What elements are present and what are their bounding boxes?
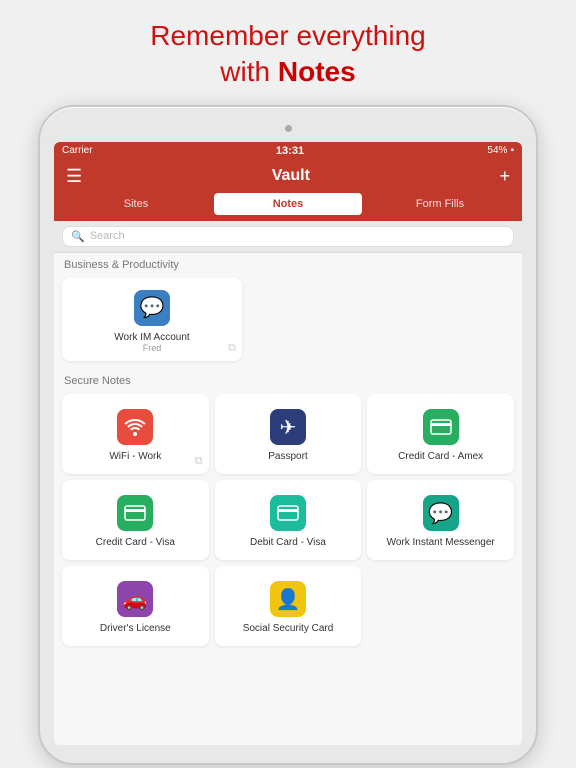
menu-icon[interactable]: ☰ [66, 166, 82, 187]
card-label: Passport [268, 451, 307, 462]
card-icon [270, 495, 306, 531]
search-icon: 🔍 [71, 230, 85, 243]
ipad-frame: Carrier 13:31 54% ▪ ☰ Vault + Sites Note… [38, 105, 538, 765]
card-label: Social Security Card [243, 623, 334, 634]
card-label: Work Instant Messenger [387, 537, 495, 548]
battery-icon: ▪ [510, 145, 514, 156]
card-label: WiFi - Work [109, 451, 161, 462]
person-icon: 👤 [270, 581, 306, 617]
carrier-label: Carrier [62, 145, 93, 156]
battery-label: 54% ▪ [487, 145, 514, 156]
camera-dot [285, 125, 292, 132]
card-label: Credit Card - Amex [398, 451, 483, 462]
chat-icon: 💬 [134, 290, 170, 326]
tab-form-fills[interactable]: Form Fills [366, 193, 514, 215]
secure-notes-grid: WiFi - Work ⧉ ✈ Passport Credit Card - A… [54, 390, 522, 654]
nav-title: Vault [272, 167, 310, 185]
add-icon[interactable]: + [499, 166, 510, 187]
search-bar: 🔍 Search [54, 221, 522, 253]
copy-icon: ⧉ [195, 455, 203, 468]
status-bar: Carrier 13:31 54% ▪ [54, 142, 522, 160]
section-header-business: Business & Productivity [54, 253, 522, 274]
header-line2: with [220, 56, 278, 87]
plane-icon: ✈ [270, 409, 306, 445]
tab-bar: Sites Notes Form Fills [54, 193, 522, 221]
header-bold: Notes [278, 56, 356, 87]
tab-notes[interactable]: Notes [214, 193, 362, 215]
time-label: 13:31 [276, 145, 304, 157]
card-passport[interactable]: ✈ Passport [215, 394, 362, 474]
header-line1: Remember everything [150, 20, 425, 51]
chat-icon: 💬 [423, 495, 459, 531]
card-work-im[interactable]: 💬 Work IM Account Fred ⧉ [62, 278, 242, 361]
card-work-im2[interactable]: 💬 Work Instant Messenger [367, 480, 514, 560]
card-label: Driver's License [100, 623, 171, 634]
card-label: Credit Card - Visa [96, 537, 175, 548]
card-drivers-license[interactable]: 🚗 Driver's License [62, 566, 209, 646]
card-label: Debit Card - Visa [250, 537, 326, 548]
card-credit-amex[interactable]: Credit Card - Amex [367, 394, 514, 474]
search-placeholder: Search [90, 230, 125, 242]
search-input-wrap[interactable]: 🔍 Search [62, 226, 514, 247]
card-social-security[interactable]: 👤 Social Security Card [215, 566, 362, 646]
card-label: Work IM Account [114, 332, 189, 343]
ipad-screen: Carrier 13:31 54% ▪ ☰ Vault + Sites Note… [54, 142, 522, 745]
nav-bar: ☰ Vault + [54, 160, 522, 193]
car-icon: 🚗 [117, 581, 153, 617]
content-area: Business & Productivity 💬 Work IM Accoun… [54, 253, 522, 745]
card-debit-visa[interactable]: Debit Card - Visa [215, 480, 362, 560]
section-header-secure: Secure Notes [54, 369, 522, 390]
wifi-icon [117, 409, 153, 445]
tab-sites[interactable]: Sites [62, 193, 210, 215]
card-credit-visa[interactable]: Credit Card - Visa [62, 480, 209, 560]
card-wifi-work[interactable]: WiFi - Work ⧉ [62, 394, 209, 474]
business-grid: 💬 Work IM Account Fred ⧉ [54, 274, 522, 369]
card-icon [423, 409, 459, 445]
header-text: Remember everything with Notes [130, 0, 445, 105]
card-sublabel: Fred [143, 343, 162, 353]
battery-percent: 54% [487, 145, 507, 156]
card-icon [117, 495, 153, 531]
copy-icon: ⧉ [228, 342, 236, 355]
